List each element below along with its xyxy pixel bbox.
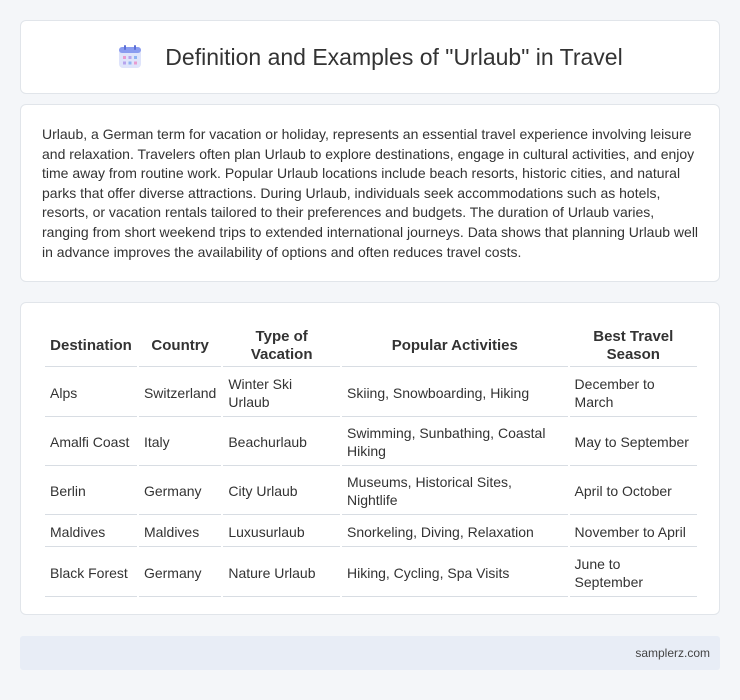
footer-site-link[interactable]: samplerz.com [635,646,710,660]
table-row: Maldives Maldives Luxusurlaub Snorkeling… [45,517,697,547]
cell-destination: Alps [45,369,137,417]
cell-activities: Hiking, Cycling, Spa Visits [342,549,568,597]
column-header-destination: Destination [45,325,137,367]
cell-country: Switzerland [138,369,222,417]
footer-bar: samplerz.com [20,636,720,670]
cell-type: Beachurlaub [223,419,340,466]
intro-paragraph: Urlaub, a German term for vacation or ho… [42,126,699,260]
cell-activities: Swimming, Sunbathing, Coastal Hiking [342,419,568,466]
page-title: Definition and Examples of "Urlaub" in T… [165,43,623,70]
cell-season: June to September [569,549,697,597]
cell-destination: Amalfi Coast [45,419,137,466]
cell-country: Germany [138,468,222,515]
cell-type: Nature Urlaub [223,549,340,597]
cell-season: December to March [569,369,697,417]
cell-season: May to September [569,419,697,466]
cell-destination: Black Forest [45,549,137,597]
calendar-icon [117,44,143,70]
cell-activities: Skiing, Snowboarding, Hiking [342,369,568,417]
column-header-country: Country [138,325,222,367]
cell-type: City Urlaub [223,468,340,515]
table-card: Destination Country Type of Vacation Pop… [20,302,720,615]
cell-country: Italy [138,419,222,466]
table-row: Alps Switzerland Winter Ski Urlaub Skiin… [45,369,697,417]
cell-destination: Berlin [45,468,137,515]
cell-type: Winter Ski Urlaub [223,369,340,417]
cell-country: Germany [138,549,222,597]
table-row: Amalfi Coast Italy Beachurlaub Swimming,… [45,419,697,466]
cell-activities: Snorkeling, Diving, Relaxation [342,517,568,547]
column-header-type: Type of Vacation [223,325,340,367]
column-header-activities: Popular Activities [342,325,568,367]
intro-card: Urlaub, a German term for vacation or ho… [20,104,720,282]
title-card: Definition and Examples of "Urlaub" in T… [20,20,720,94]
cell-destination: Maldives [45,517,137,547]
cell-country: Maldives [138,517,222,547]
column-header-season: Best Travel Season [569,325,697,367]
cell-season: November to April [569,517,697,547]
table-row: Black Forest Germany Nature Urlaub Hikin… [45,549,697,597]
table-row: Berlin Germany City Urlaub Museums, Hist… [45,468,697,515]
cell-season: April to October [569,468,697,515]
cell-type: Luxusurlaub [223,517,340,547]
table-header-row: Destination Country Type of Vacation Pop… [45,325,697,367]
cell-activities: Museums, Historical Sites, Nightlife [342,468,568,515]
destinations-table: Destination Country Type of Vacation Pop… [43,323,699,599]
